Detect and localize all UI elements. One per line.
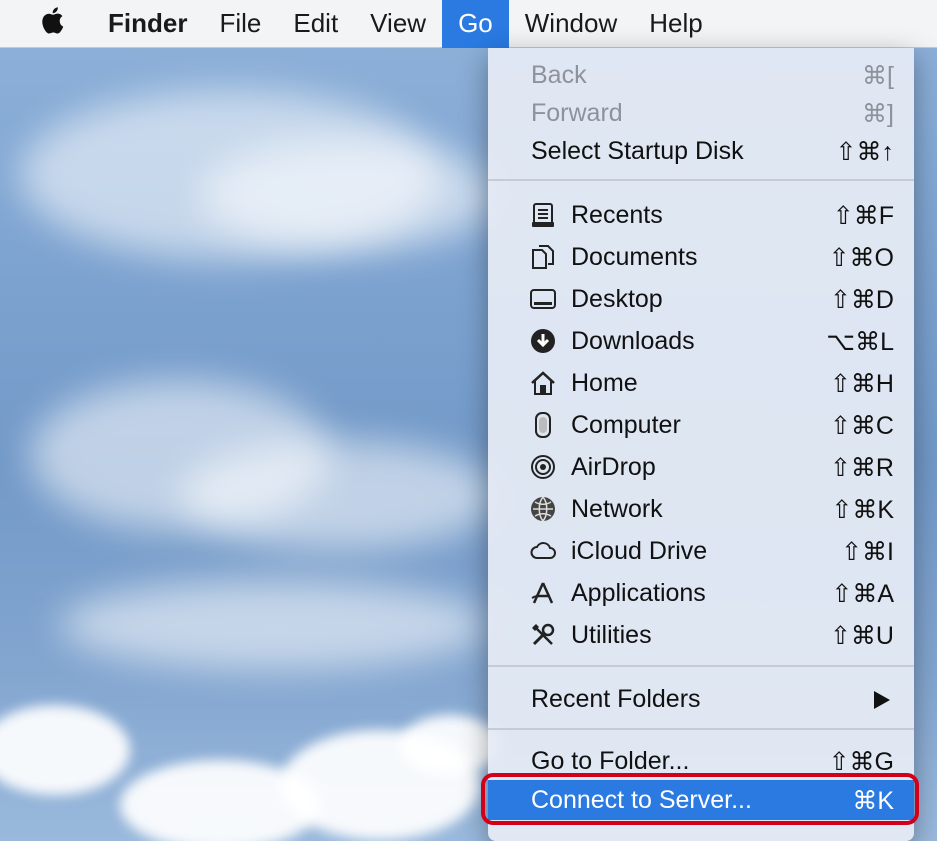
menu-item-shortcut: ⌘[ <box>862 62 894 90</box>
menu-item-shortcut: ⌘] <box>862 100 894 128</box>
apple-logo-icon <box>40 6 64 41</box>
menu-item-label: Forward <box>531 99 623 127</box>
menu-item-applications[interactable]: Applications ⇧⌘A <box>488 573 914 613</box>
menu-item-label: Recents <box>571 201 663 229</box>
cloud <box>0 705 130 795</box>
apple-menu[interactable] <box>0 0 92 48</box>
go-menu-dropdown: Back ⌘[ Forward ⌘] Select Startup Disk ⇧… <box>488 48 914 841</box>
menu-item-label: Computer <box>571 411 681 439</box>
menu-item-label: Utilities <box>571 621 652 649</box>
menubar-edit[interactable]: Edit <box>277 0 354 48</box>
menu-item-downloads[interactable]: Downloads ⌥⌘L <box>488 321 914 361</box>
cloud <box>400 715 500 775</box>
menubar-file[interactable]: File <box>203 0 277 48</box>
menu-separator <box>488 665 914 667</box>
menu-item-label: Desktop <box>571 285 663 313</box>
menu-item-forward[interactable]: Forward ⌘] <box>488 93 914 133</box>
menu-item-recent-folders[interactable]: Recent Folders <box>488 679 914 719</box>
menu-item-shortcut: ⇧⌘A <box>831 580 894 608</box>
applications-icon <box>530 580 556 606</box>
menu-item-label: Network <box>571 495 663 523</box>
network-icon <box>530 496 556 522</box>
menu-item-shortcut: ⇧⌘I <box>841 538 894 566</box>
computer-icon <box>530 412 556 438</box>
menu-item-shortcut: ⌥⌘L <box>826 328 894 356</box>
menu-item-label: Documents <box>571 243 698 271</box>
icloud-icon <box>530 538 556 564</box>
submenu-arrow-icon <box>874 691 890 709</box>
desktop-icon <box>530 286 556 312</box>
menu-item-airdrop[interactable]: AirDrop ⇧⌘R <box>488 447 914 487</box>
menu-item-utilities[interactable]: Utilities ⇧⌘U <box>488 615 914 655</box>
cloud-wisp <box>60 580 490 670</box>
documents-icon <box>530 244 556 270</box>
menubar-finder[interactable]: Finder <box>92 0 203 48</box>
menu-item-label: Recent Folders <box>531 685 701 713</box>
home-icon <box>530 370 556 396</box>
menu-item-network[interactable]: Network ⇧⌘K <box>488 489 914 529</box>
menu-item-back[interactable]: Back ⌘[ <box>488 55 914 95</box>
menu-item-shortcut: ⇧⌘D <box>829 286 894 314</box>
menu-item-label: Downloads <box>571 327 695 355</box>
menu-item-label: Select Startup Disk <box>531 137 744 165</box>
downloads-icon <box>530 328 556 354</box>
menu-item-desktop[interactable]: Desktop ⇧⌘D <box>488 279 914 319</box>
menu-item-shortcut: ⇧⌘O <box>828 244 894 272</box>
menu-item-computer[interactable]: Computer ⇧⌘C <box>488 405 914 445</box>
menu-item-label: Home <box>571 369 638 397</box>
menu-item-shortcut: ⇧⌘U <box>829 622 894 650</box>
menubar-view[interactable]: View <box>354 0 442 48</box>
menu-item-icloud-drive[interactable]: iCloud Drive ⇧⌘I <box>488 531 914 571</box>
utilities-icon <box>530 622 556 648</box>
menu-item-label: Applications <box>571 579 706 607</box>
recents-icon <box>530 202 556 228</box>
menu-item-shortcut: ⇧⌘K <box>831 496 894 524</box>
menu-item-label: Go to Folder... <box>531 747 690 775</box>
menu-item-label: AirDrop <box>571 453 656 481</box>
menu-item-label: iCloud Drive <box>571 537 708 565</box>
menubar-window[interactable]: Window <box>509 0 633 48</box>
annotation-highlight-box <box>481 773 919 825</box>
menu-item-shortcut: ⇧⌘↑ <box>835 138 894 166</box>
desktop: Finder File Edit View Go Window Help Bac… <box>0 0 937 841</box>
menu-item-documents[interactable]: Documents ⇧⌘O <box>488 237 914 277</box>
menu-item-label: Back <box>531 61 587 89</box>
menubar-go[interactable]: Go <box>442 0 509 48</box>
menu-item-select-startup-disk[interactable]: Select Startup Disk ⇧⌘↑ <box>488 131 914 171</box>
menu-item-shortcut: ⇧⌘R <box>829 454 894 482</box>
menu-item-home[interactable]: Home ⇧⌘H <box>488 363 914 403</box>
cloud-wisp <box>180 440 500 550</box>
menu-separator <box>488 728 914 730</box>
menu-item-shortcut: ⇧⌘F <box>832 202 894 230</box>
menu-item-shortcut: ⇧⌘C <box>829 412 894 440</box>
cloud-wisp <box>200 140 500 250</box>
menubar-help[interactable]: Help <box>633 0 718 48</box>
menu-separator <box>488 179 914 181</box>
menu-item-recents[interactable]: Recents ⇧⌘F <box>488 195 914 235</box>
menu-item-shortcut: ⇧⌘H <box>829 370 894 398</box>
menu-bar: Finder File Edit View Go Window Help <box>0 0 937 48</box>
airdrop-icon <box>530 454 556 480</box>
